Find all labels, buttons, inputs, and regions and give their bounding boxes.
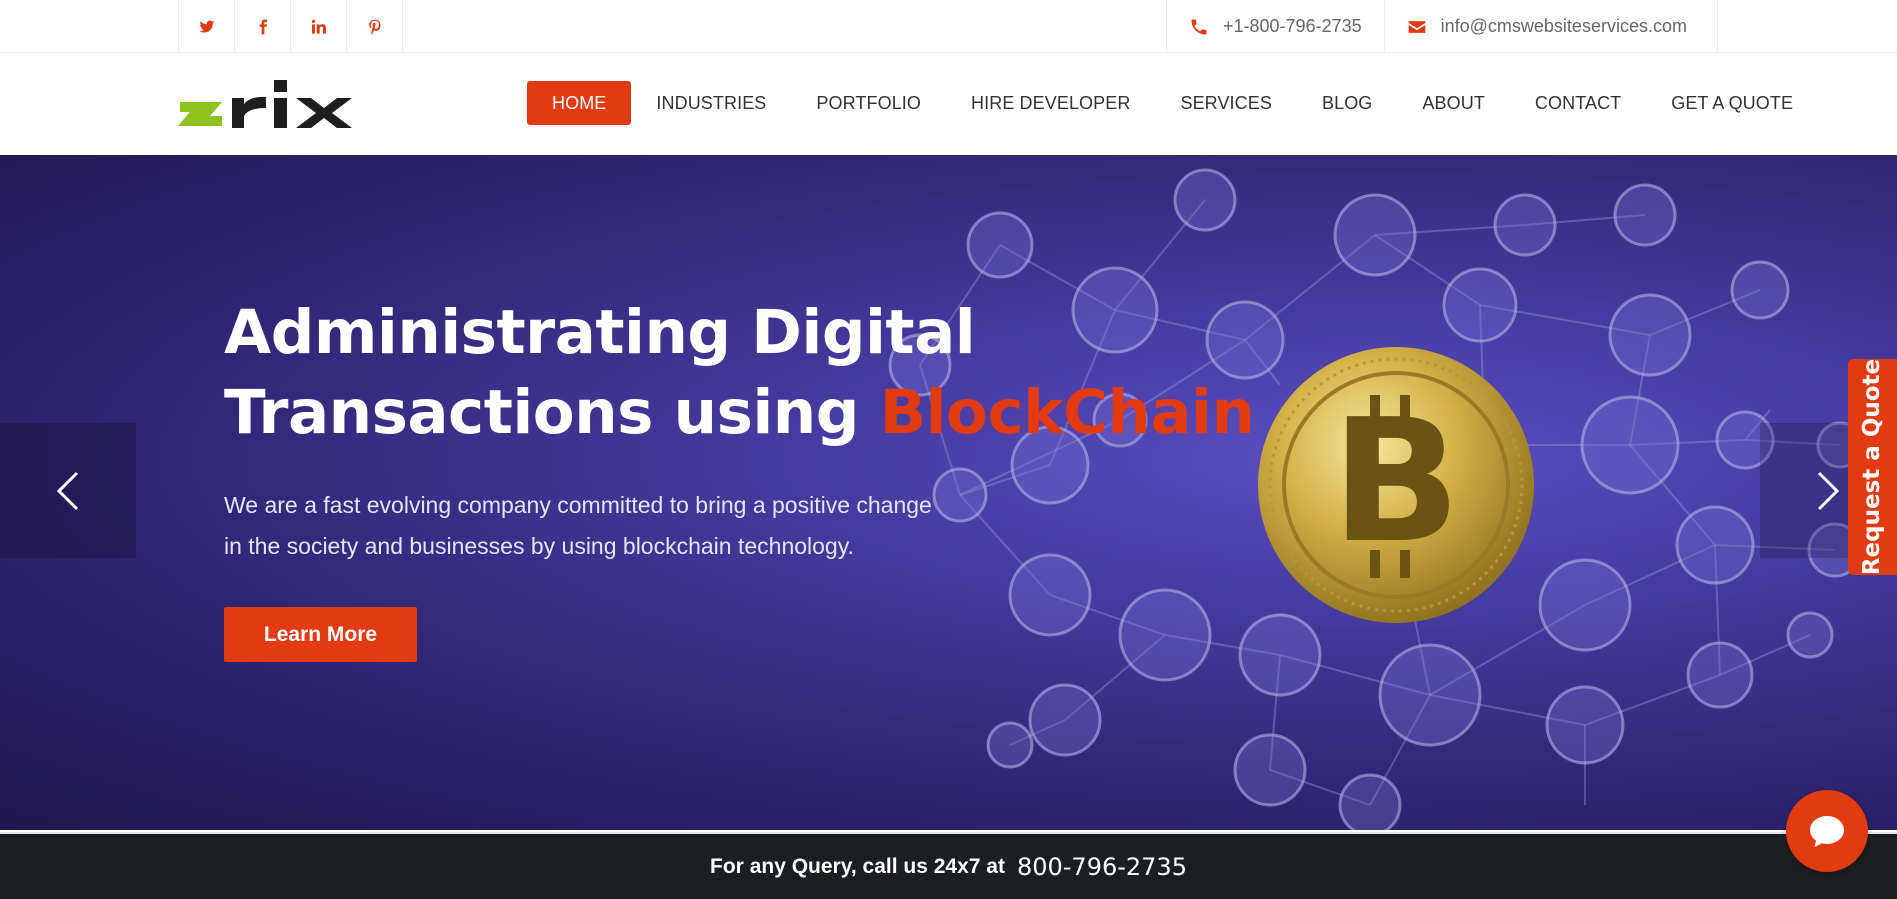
hero-slider: B Administrating Digital Transactions us… bbox=[0, 155, 1897, 830]
hero-subtitle: We are a fast evolving company committed… bbox=[224, 485, 944, 567]
zrix-logo[interactable] bbox=[176, 72, 394, 136]
top-contact-bar: +1-800-796-2735 info@cmswebsiteservices.… bbox=[0, 0, 1897, 53]
phone-number: +1-800-796-2735 bbox=[1223, 16, 1362, 36]
chat-bubble-icon bbox=[1810, 816, 1844, 847]
svg-text:B: B bbox=[1331, 383, 1461, 581]
hero-title: Administrating Digital Transactions usin… bbox=[224, 293, 1255, 453]
hero-title-accent: BlockChain bbox=[879, 377, 1255, 448]
query-call-bar: For any Query, call us 24x7 at 800-796-2… bbox=[0, 832, 1897, 899]
hero-subtitle-line-2: in the society and businesses by using b… bbox=[224, 533, 854, 559]
nav-home[interactable]: HOME bbox=[527, 81, 632, 125]
facebook-link[interactable] bbox=[235, 0, 291, 53]
phone-link[interactable]: +1-800-796-2735 bbox=[1167, 0, 1384, 53]
chevron-right-icon bbox=[1817, 471, 1840, 510]
nav-services[interactable]: SERVICES bbox=[1155, 81, 1297, 125]
email-link[interactable]: info@cmswebsiteservices.com bbox=[1383, 0, 1709, 53]
main-nav: HOME INDUSTRIES PORTFOLIO HIRE DEVELOPER… bbox=[527, 81, 1818, 125]
facebook-icon bbox=[259, 19, 267, 34]
linkedin-icon bbox=[311, 19, 326, 34]
chevron-left-icon bbox=[56, 471, 79, 510]
nav-industries[interactable]: INDUSTRIES bbox=[631, 81, 791, 125]
request-quote-label: Request a Quote bbox=[1859, 358, 1886, 576]
twitter-icon bbox=[199, 20, 214, 33]
request-quote-tab[interactable]: Request a Quote bbox=[1848, 359, 1897, 575]
nav-portfolio[interactable]: PORTFOLIO bbox=[791, 81, 946, 125]
nav-blog[interactable]: BLOG bbox=[1297, 81, 1397, 125]
twitter-link[interactable] bbox=[179, 0, 235, 53]
hero-title-line-2: Transactions using BlockChain bbox=[224, 373, 1255, 453]
live-chat-button[interactable] bbox=[1786, 790, 1868, 872]
phone-icon bbox=[1191, 19, 1207, 34]
slider-prev-button[interactable] bbox=[0, 423, 136, 558]
email-address: info@cmswebsiteservices.com bbox=[1440, 16, 1687, 36]
hero-title-line-2-text: Transactions using bbox=[224, 377, 880, 448]
contact-info: +1-800-796-2735 info@cmswebsiteservices.… bbox=[1166, 0, 1718, 53]
envelope-icon bbox=[1408, 20, 1425, 33]
nav-contact[interactable]: CONTACT bbox=[1510, 81, 1646, 125]
nav-hire-developer[interactable]: HIRE DEVELOPER bbox=[946, 81, 1155, 125]
callbar-label: For any Query, call us 24x7 at bbox=[710, 854, 1005, 878]
social-links bbox=[178, 0, 403, 53]
callbar-phone-number[interactable]: 800-796-2735 bbox=[1017, 853, 1187, 881]
site-header: HOME INDUSTRIES PORTFOLIO HIRE DEVELOPER… bbox=[0, 54, 1897, 155]
pinterest-link[interactable] bbox=[347, 0, 403, 53]
hero-subtitle-line-1: We are a fast evolving company committed… bbox=[224, 492, 932, 518]
linkedin-link[interactable] bbox=[291, 0, 347, 53]
learn-more-button[interactable]: Learn More bbox=[224, 607, 417, 662]
nav-about[interactable]: ABOUT bbox=[1397, 81, 1510, 125]
hero-title-line-1: Administrating Digital bbox=[224, 297, 976, 368]
nav-get-a-quote[interactable]: GET A QUOTE bbox=[1646, 81, 1818, 125]
pinterest-icon bbox=[368, 19, 381, 35]
